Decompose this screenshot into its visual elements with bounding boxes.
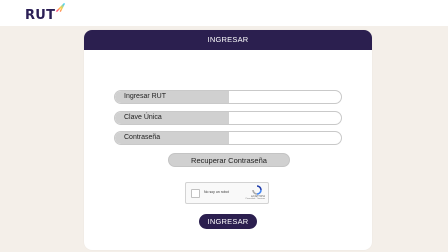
- login-card: INGRESAR Ingresar RUT Clave Única Contra…: [84, 30, 372, 250]
- password-field-label: Contraseña: [115, 132, 229, 144]
- clave-unica-input[interactable]: [229, 112, 341, 124]
- rut-input[interactable]: [229, 91, 341, 103]
- card-header-title: INGRESAR: [84, 30, 372, 50]
- rut-field-label: Ingresar RUT: [115, 91, 229, 103]
- password-input[interactable]: [229, 132, 341, 144]
- recaptcha-widget: No soy un robot reCAPTCHA Privacidad - T…: [185, 182, 269, 204]
- recaptcha-label: No soy un robot: [204, 190, 229, 194]
- clave-unica-field-label: Clave Única: [115, 112, 229, 124]
- recover-password-button[interactable]: Recuperar Contraseña: [168, 153, 290, 167]
- clave-unica-field: Clave Única: [114, 111, 342, 125]
- recaptcha-logo: [250, 185, 264, 203]
- password-field: Contraseña: [114, 131, 342, 145]
- logo-spark-icon: [56, 3, 65, 12]
- rut-field: Ingresar RUT: [114, 90, 342, 104]
- recaptcha-checkbox[interactable]: [191, 189, 200, 198]
- recaptcha-terms-text[interactable]: Privacidad - Términos: [246, 198, 265, 200]
- brand-logo-text: RUT: [25, 8, 56, 23]
- top-bar: RUT: [0, 0, 448, 26]
- recaptcha-icon: [252, 185, 262, 195]
- submit-button[interactable]: INGRESAR: [199, 214, 257, 229]
